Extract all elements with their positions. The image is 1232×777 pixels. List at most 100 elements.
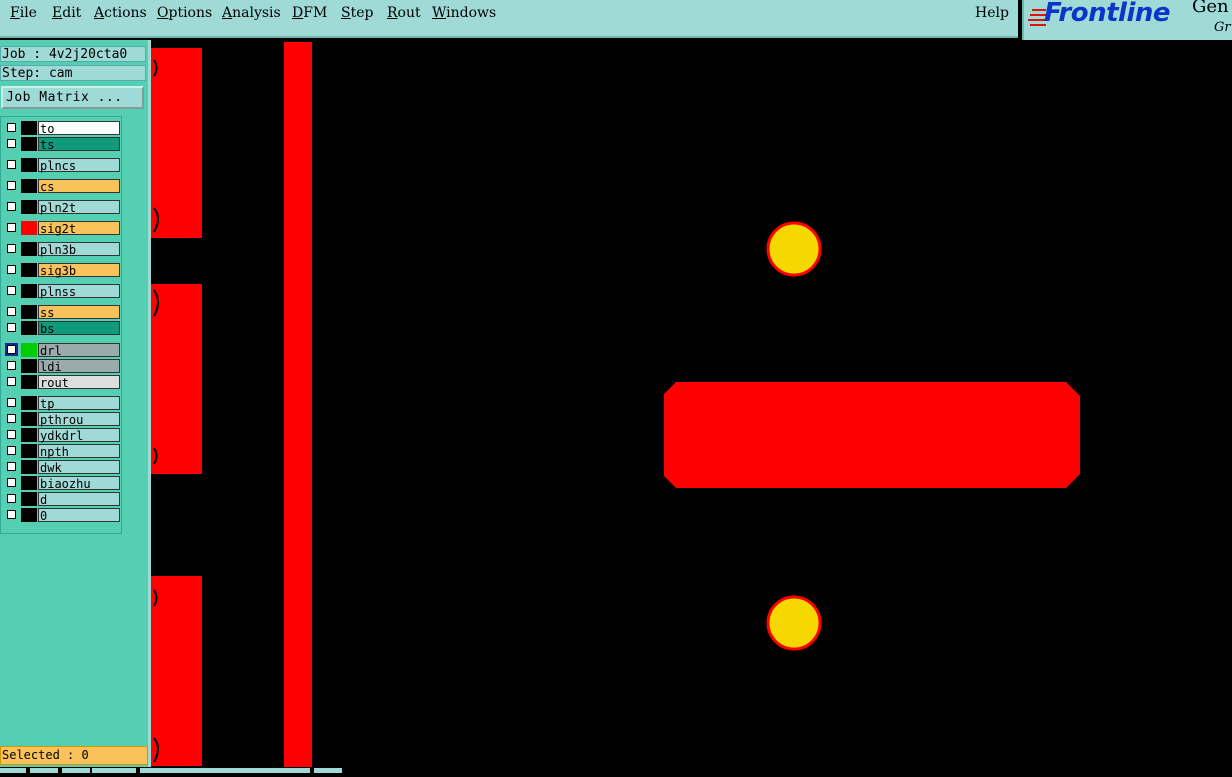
layer-row-plnss[interactable]: plnss bbox=[3, 284, 121, 299]
layer-row-pln2t[interactable]: pln2t bbox=[3, 200, 121, 215]
layer-color-swatch[interactable] bbox=[21, 305, 37, 319]
layer-color-swatch[interactable] bbox=[21, 508, 37, 522]
layer-checkbox[interactable] bbox=[7, 398, 16, 407]
layer-row-0[interactable]: 0 bbox=[3, 508, 121, 523]
layer-name[interactable]: ss bbox=[38, 305, 120, 320]
layer-checkbox[interactable] bbox=[7, 377, 16, 386]
layer-row-pln3b[interactable]: pln3b bbox=[3, 242, 121, 257]
layer-checkbox[interactable] bbox=[7, 307, 16, 316]
layer-color-swatch[interactable] bbox=[21, 444, 37, 458]
layer-row-sig2t[interactable]: sig2t bbox=[3, 221, 121, 236]
layer-name[interactable]: pthrou bbox=[38, 412, 120, 427]
layer-row-bs[interactable]: bs bbox=[3, 321, 121, 336]
layer-name[interactable]: tp bbox=[38, 396, 120, 411]
layer-color-swatch[interactable] bbox=[21, 476, 37, 490]
layer-name[interactable]: d bbox=[38, 492, 120, 507]
menu-actions[interactable]: Actions bbox=[94, 5, 147, 21]
layer-checkbox[interactable] bbox=[7, 160, 16, 169]
layer-row-biaozhu[interactable]: biaozhu bbox=[3, 476, 121, 491]
menu-rout[interactable]: Rout bbox=[387, 5, 421, 21]
layer-checkbox[interactable] bbox=[7, 361, 16, 370]
layer-name[interactable]: plnss bbox=[38, 284, 120, 299]
layer-color-swatch[interactable] bbox=[21, 359, 37, 373]
layer-color-swatch[interactable] bbox=[21, 137, 37, 151]
layer-row-cs[interactable]: cs bbox=[3, 179, 121, 194]
layer-name[interactable]: pln2t bbox=[38, 200, 120, 215]
layer-checkbox[interactable] bbox=[7, 223, 16, 232]
menu-file[interactable]: File bbox=[10, 5, 37, 21]
layer-color-swatch[interactable] bbox=[21, 242, 37, 256]
layer-name[interactable]: pln3b bbox=[38, 242, 120, 257]
layer-color-swatch[interactable] bbox=[21, 284, 37, 298]
layer-name[interactable]: dwk bbox=[38, 460, 120, 475]
layer-checkbox[interactable] bbox=[7, 345, 16, 354]
layer-checkbox[interactable] bbox=[7, 244, 16, 253]
layer-checkbox[interactable] bbox=[7, 430, 16, 439]
layer-name[interactable]: cs bbox=[38, 179, 120, 194]
layer-name[interactable]: ldi bbox=[38, 359, 120, 374]
layer-row-ss[interactable]: ss bbox=[3, 305, 121, 320]
layer-color-swatch[interactable] bbox=[21, 179, 37, 193]
menu-analysis[interactable]: Analysis bbox=[222, 5, 281, 21]
layer-row-ydkdrl[interactable]: ydkdrl bbox=[3, 428, 121, 443]
menu-step[interactable]: Step bbox=[341, 5, 373, 21]
layer-checkbox[interactable] bbox=[7, 265, 16, 274]
layer-checkbox[interactable] bbox=[7, 478, 16, 487]
layer-row-plncs[interactable]: plncs bbox=[3, 158, 121, 173]
layer-color-swatch[interactable] bbox=[21, 200, 37, 214]
menu-options[interactable]: Options bbox=[157, 5, 212, 21]
layer-checkbox[interactable] bbox=[7, 462, 16, 471]
layer-row-d[interactable]: d bbox=[3, 492, 121, 507]
menu-edit[interactable]: Edit bbox=[52, 5, 81, 21]
layer-name[interactable]: drl bbox=[38, 343, 120, 358]
layer-color-swatch[interactable] bbox=[21, 221, 37, 235]
pcb-drawing[interactable] bbox=[151, 40, 1232, 773]
layer-color-swatch[interactable] bbox=[21, 343, 37, 357]
layer-checkbox[interactable] bbox=[7, 202, 16, 211]
layer-row-pthrou[interactable]: pthrou bbox=[3, 412, 121, 427]
layer-name[interactable]: ydkdrl bbox=[38, 428, 120, 443]
layer-checkbox[interactable] bbox=[7, 323, 16, 332]
layer-color-swatch[interactable] bbox=[21, 321, 37, 335]
layer-color-swatch[interactable] bbox=[21, 460, 37, 474]
menu-help[interactable]: Help bbox=[975, 5, 1009, 21]
layer-row-dwk[interactable]: dwk bbox=[3, 460, 121, 475]
layer-row-rout[interactable]: rout bbox=[3, 375, 121, 390]
layer-row-drl[interactable]: drl bbox=[3, 343, 121, 358]
layer-name[interactable]: bs bbox=[38, 321, 120, 336]
layer-row-to[interactable]: to bbox=[3, 121, 121, 136]
layer-name[interactable]: biaozhu bbox=[38, 476, 120, 491]
layer-name[interactable]: plncs bbox=[38, 158, 120, 173]
layer-row-npth[interactable]: npth bbox=[3, 444, 121, 459]
layer-color-swatch[interactable] bbox=[21, 375, 37, 389]
layer-checkbox[interactable] bbox=[7, 286, 16, 295]
layer-checkbox[interactable] bbox=[7, 139, 16, 148]
layer-color-swatch[interactable] bbox=[21, 263, 37, 277]
graphic-canvas[interactable] bbox=[151, 40, 1232, 773]
layer-name[interactable]: sig2t bbox=[38, 221, 120, 236]
menu-dfm[interactable]: DFM bbox=[292, 5, 327, 21]
layer-name[interactable]: to bbox=[38, 121, 120, 136]
layer-color-swatch[interactable] bbox=[21, 492, 37, 506]
layer-row-ts[interactable]: ts bbox=[3, 137, 121, 152]
layer-row-sig3b[interactable]: sig3b bbox=[3, 263, 121, 278]
layer-name[interactable]: ts bbox=[38, 137, 120, 152]
layer-name[interactable]: npth bbox=[38, 444, 120, 459]
layer-checkbox[interactable] bbox=[7, 494, 16, 503]
layer-color-swatch[interactable] bbox=[21, 158, 37, 172]
layer-name[interactable]: rout bbox=[38, 375, 120, 390]
layer-checkbox[interactable] bbox=[7, 446, 16, 455]
layer-color-swatch[interactable] bbox=[21, 121, 37, 135]
layer-color-swatch[interactable] bbox=[21, 396, 37, 410]
layer-checkbox[interactable] bbox=[7, 510, 16, 519]
layer-checkbox[interactable] bbox=[7, 181, 16, 190]
layer-row-ldi[interactable]: ldi bbox=[3, 359, 121, 374]
job-matrix-button[interactable]: Job Matrix ... bbox=[1, 86, 144, 109]
layer-checkbox[interactable] bbox=[7, 123, 16, 132]
layer-color-swatch[interactable] bbox=[21, 428, 37, 442]
menu-windows[interactable]: Windows bbox=[432, 5, 496, 21]
layer-checkbox[interactable] bbox=[7, 414, 16, 423]
layer-color-swatch[interactable] bbox=[21, 412, 37, 426]
layer-name[interactable]: 0 bbox=[38, 508, 120, 523]
layer-name[interactable]: sig3b bbox=[38, 263, 120, 278]
